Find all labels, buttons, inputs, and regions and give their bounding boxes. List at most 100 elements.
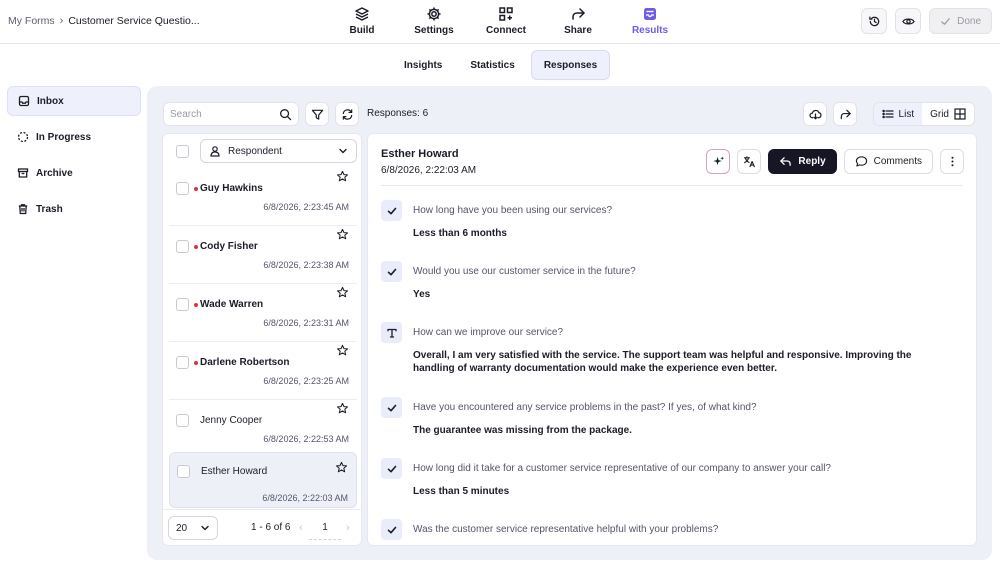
forward-button[interactable] (833, 102, 857, 126)
sidebar-item-archive[interactable]: Archive (7, 158, 141, 188)
list-item[interactable]: Darlene Robertson 6/8/2026, 2:23:25 AM (169, 344, 357, 400)
detail-divider (381, 185, 962, 186)
results-subtabs: Insights Statistics Responses (392, 50, 611, 80)
page-number-input[interactable]: 1 (309, 516, 341, 540)
chevron-down-icon (339, 148, 347, 154)
answer-text: The guarantee was missing from the packa… (413, 425, 632, 436)
star-icon[interactable] (336, 286, 349, 299)
search-input[interactable] (170, 108, 279, 120)
comments-button[interactable]: Comments (843, 149, 933, 174)
tab-insights[interactable]: Insights (392, 50, 454, 80)
comments-label: Comments (873, 156, 922, 167)
question-text: Was the customer service representative … (413, 524, 719, 535)
breadcrumb-current-form[interactable]: Customer Service Questio... (68, 15, 199, 27)
prev-page-button[interactable]: ‹ (299, 522, 303, 534)
response-date: 6/8/2026, 2:22:03 AM (381, 165, 477, 176)
unread-dot (194, 245, 198, 249)
nav-settings[interactable]: Settings (398, 0, 470, 44)
filter-icon (311, 109, 323, 120)
sidebar-item-trash[interactable]: Trash (7, 194, 141, 224)
refresh-icon (342, 108, 352, 120)
nav-connect[interactable]: Connect (470, 0, 542, 44)
star-icon[interactable] (336, 170, 349, 183)
pagination: 20 1 - 6 of 6 ‹ 1 › (163, 509, 363, 545)
breadcrumb-my-forms[interactable]: My Forms (8, 15, 55, 27)
row-checkbox[interactable] (176, 182, 189, 195)
respondent-dropdown[interactable]: Respondent (200, 139, 357, 163)
question-text: Would you use our customer service in th… (413, 266, 636, 277)
list-item[interactable]: Wade Warren 6/8/2026, 2:23:31 AM (169, 286, 357, 342)
forward-arrow-icon (840, 109, 851, 119)
ai-assist-button[interactable] (706, 149, 731, 174)
tab-statistics[interactable]: Statistics (458, 50, 526, 80)
star-icon[interactable] (336, 344, 349, 357)
tab-responses[interactable]: Responses (530, 50, 611, 80)
nav-results[interactable]: Results (614, 0, 686, 44)
refresh-button[interactable] (335, 102, 359, 126)
sparkle-icon (713, 156, 724, 166)
filter-button[interactable] (305, 102, 329, 126)
per-page-value: 20 (176, 522, 188, 534)
respondent-name: Jenny Cooper (200, 415, 263, 426)
row-checkbox[interactable] (176, 414, 189, 427)
nav-share[interactable]: Share (542, 0, 614, 44)
reply-icon (780, 157, 792, 166)
sidebar-item-in-progress[interactable]: In Progress (7, 122, 141, 152)
answer-text: Less than 5 minutes (413, 486, 510, 497)
sidebar: Inbox In Progress Archive Trash (7, 86, 141, 230)
done-label: Done (957, 15, 981, 27)
list-icon (881, 109, 894, 119)
per-page-select[interactable]: 20 (168, 516, 218, 540)
share-arrow-icon (572, 8, 585, 20)
question-type-badge (381, 519, 402, 540)
row-checkbox[interactable] (176, 298, 189, 311)
top-actions: Done (861, 8, 992, 34)
nav-share-label: Share (564, 25, 592, 36)
more-options-button[interactable] (940, 149, 964, 174)
sidebar-item-label: In Progress (36, 131, 92, 143)
grid-icon (954, 108, 966, 120)
response-time: 6/8/2026, 2:23:31 AM (263, 318, 349, 328)
nav-build[interactable]: Build (326, 0, 398, 44)
gear-icon (427, 7, 441, 21)
view-grid-button[interactable]: Grid (922, 103, 974, 125)
reply-button[interactable]: Reply (768, 149, 837, 174)
view-list-button[interactable]: List (873, 103, 923, 125)
response-time: 6/8/2026, 2:23:25 AM (263, 376, 349, 386)
history-button[interactable] (861, 8, 888, 34)
respondent-name: Esther Howard (201, 466, 268, 477)
nav-connect-label: Connect (486, 25, 526, 36)
response-time: 6/8/2026, 2:23:38 AM (263, 260, 349, 270)
row-checkbox[interactable] (176, 240, 189, 253)
star-icon[interactable] (336, 402, 349, 415)
next-page-button[interactable]: › (346, 522, 350, 534)
unread-dot (194, 361, 198, 365)
question-type-badge (381, 458, 402, 479)
done-button[interactable]: Done (929, 8, 992, 34)
view-grid-label: Grid (930, 108, 949, 120)
row-checkbox[interactable] (176, 356, 189, 369)
check-icon (387, 207, 396, 214)
nav-results-label: Results (631, 25, 669, 36)
list-item[interactable]: Jenny Cooper 6/8/2026, 2:22:53 AM (169, 402, 357, 458)
search-icon[interactable] (279, 108, 292, 121)
history-icon (868, 15, 879, 26)
sidebar-item-label: Inbox (37, 95, 64, 107)
row-checkbox[interactable] (177, 465, 190, 478)
sidebar-item-inbox[interactable]: Inbox (7, 86, 141, 116)
download-button[interactable] (803, 102, 827, 126)
response-time: 6/8/2026, 2:23:45 AM (263, 202, 349, 212)
star-icon[interactable] (336, 228, 349, 241)
comment-icon (855, 156, 867, 167)
list-item[interactable]: Cody Fisher 6/8/2026, 2:23:38 AM (169, 228, 357, 284)
list-item-selected[interactable]: Esther Howard 6/8/2026, 2:22:03 AM (169, 452, 357, 508)
text-type-icon (386, 328, 397, 338)
list-item[interactable]: Guy Hawkins 6/8/2026, 2:23:45 AM (169, 170, 357, 226)
select-all-checkbox[interactable] (176, 145, 189, 158)
star-icon[interactable] (335, 461, 348, 474)
view-list-label: List (898, 108, 915, 120)
respondent-name: Guy Hawkins (200, 183, 263, 194)
page-range: 1 - 6 of 6 (251, 522, 291, 533)
preview-button[interactable] (895, 8, 922, 34)
translate-button[interactable] (737, 149, 762, 174)
